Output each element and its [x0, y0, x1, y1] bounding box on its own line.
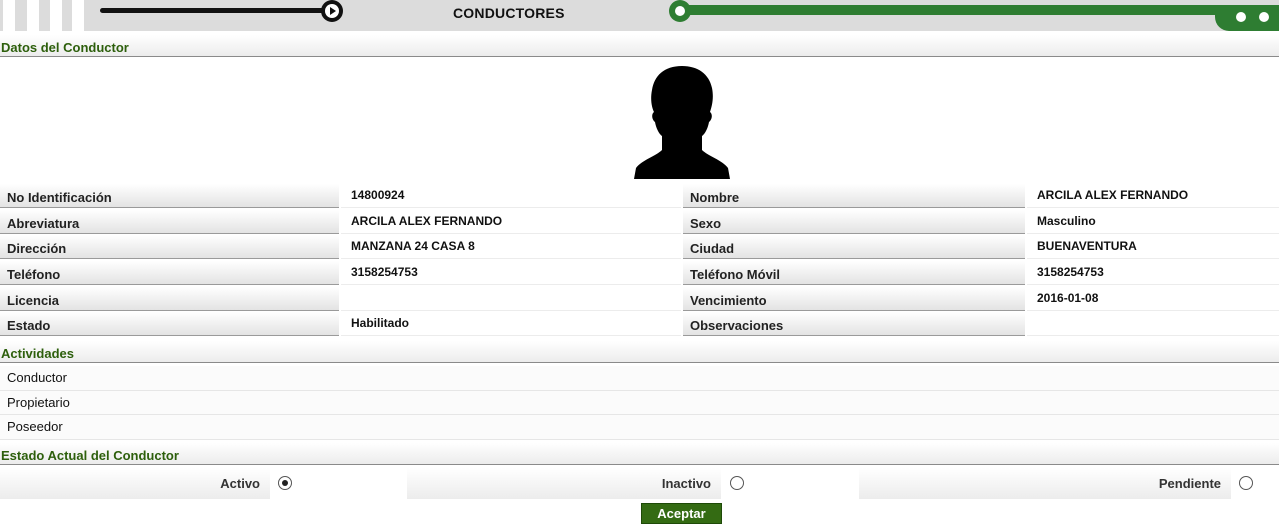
green-knob-icon	[669, 0, 691, 22]
page-title: CONDUCTORES	[453, 5, 565, 21]
section-actividades: Actividades	[0, 341, 1279, 363]
progress-track-left	[100, 8, 330, 13]
status-label-inactivo: Inactivo	[407, 468, 721, 499]
data-row: No Identificación 14800924 Nombre ARCILA…	[0, 184, 1279, 210]
label-telefono-movil: Teléfono Móvil	[683, 261, 1025, 286]
progress-track-right	[688, 5, 1279, 15]
radio-inactivo[interactable]	[730, 476, 744, 490]
status-label-pendiente: Pendiente	[859, 468, 1231, 499]
stripe-decoration	[50, 0, 62, 31]
dot-icon	[1259, 12, 1269, 22]
value-direccion: MANZANA 24 CASA 8	[341, 235, 681, 260]
data-row: Estado Habilitado Observaciones	[0, 312, 1279, 338]
activities-list: Conductor Propietario Poseedor	[0, 366, 1279, 440]
list-item: Propietario	[0, 390, 1279, 415]
radio-activo[interactable]	[278, 476, 292, 490]
label-observaciones: Observaciones	[683, 312, 1025, 337]
stripe-decoration	[27, 0, 39, 31]
label-vencimiento: Vencimiento	[683, 286, 1025, 311]
value-identificacion: 14800924	[341, 184, 681, 208]
accept-button[interactable]: Aceptar	[641, 503, 722, 524]
play-icon	[321, 0, 343, 22]
section-datos-conductor: Datos del Conductor	[0, 35, 1279, 57]
value-licencia	[341, 286, 681, 311]
stripe-decoration	[3, 0, 15, 31]
label-sexo: Sexo	[683, 209, 1025, 234]
status-radio-group: Activo Inactivo Pendiente	[0, 468, 1279, 499]
value-abreviatura: ARCILA ALEX FERNANDO	[341, 209, 681, 234]
list-item: Poseedor	[0, 415, 1279, 440]
person-silhouette-icon	[634, 66, 730, 179]
section-estado-actual: Estado Actual del Conductor	[0, 443, 1279, 465]
value-telefono-movil: 3158254753	[1027, 261, 1279, 286]
value-nombre: ARCILA ALEX FERNANDO	[1027, 184, 1279, 208]
label-abreviatura: Abreviatura	[0, 209, 339, 234]
status-label-activo: Activo	[0, 468, 270, 499]
value-telefono: 3158254753	[341, 261, 681, 286]
data-row: Abreviatura ARCILA ALEX FERNANDO Sexo Ma…	[0, 209, 1279, 236]
value-ciudad: BUENAVENTURA	[1027, 235, 1279, 260]
list-item: Conductor	[0, 366, 1279, 391]
label-direccion: Dirección	[0, 235, 339, 260]
value-sexo: Masculino	[1027, 209, 1279, 234]
value-estado: Habilitado	[341, 312, 681, 337]
value-vencimiento: 2016-01-08	[1027, 286, 1279, 311]
label-estado: Estado	[0, 312, 339, 337]
label-ciudad: Ciudad	[683, 235, 1025, 260]
value-observaciones	[1027, 312, 1279, 337]
stripe-decoration	[72, 0, 84, 31]
radio-pendiente[interactable]	[1239, 476, 1253, 490]
data-row: Dirección MANZANA 24 CASA 8 Ciudad BUENA…	[0, 235, 1279, 261]
label-nombre: Nombre	[683, 184, 1025, 208]
label-identificacion: No Identificación	[0, 184, 339, 208]
data-row: Teléfono 3158254753 Teléfono Móvil 31582…	[0, 261, 1279, 287]
header-end-decoration	[1215, 5, 1279, 31]
dot-icon	[1236, 12, 1246, 22]
data-row: Licencia Vencimiento 2016-01-08	[0, 286, 1279, 313]
top-header-bar: CONDUCTORES	[0, 0, 1279, 31]
label-telefono: Teléfono	[0, 261, 339, 286]
label-licencia: Licencia	[0, 286, 339, 311]
driver-data-grid: No Identificación 14800924 Nombre ARCILA…	[0, 184, 1279, 338]
